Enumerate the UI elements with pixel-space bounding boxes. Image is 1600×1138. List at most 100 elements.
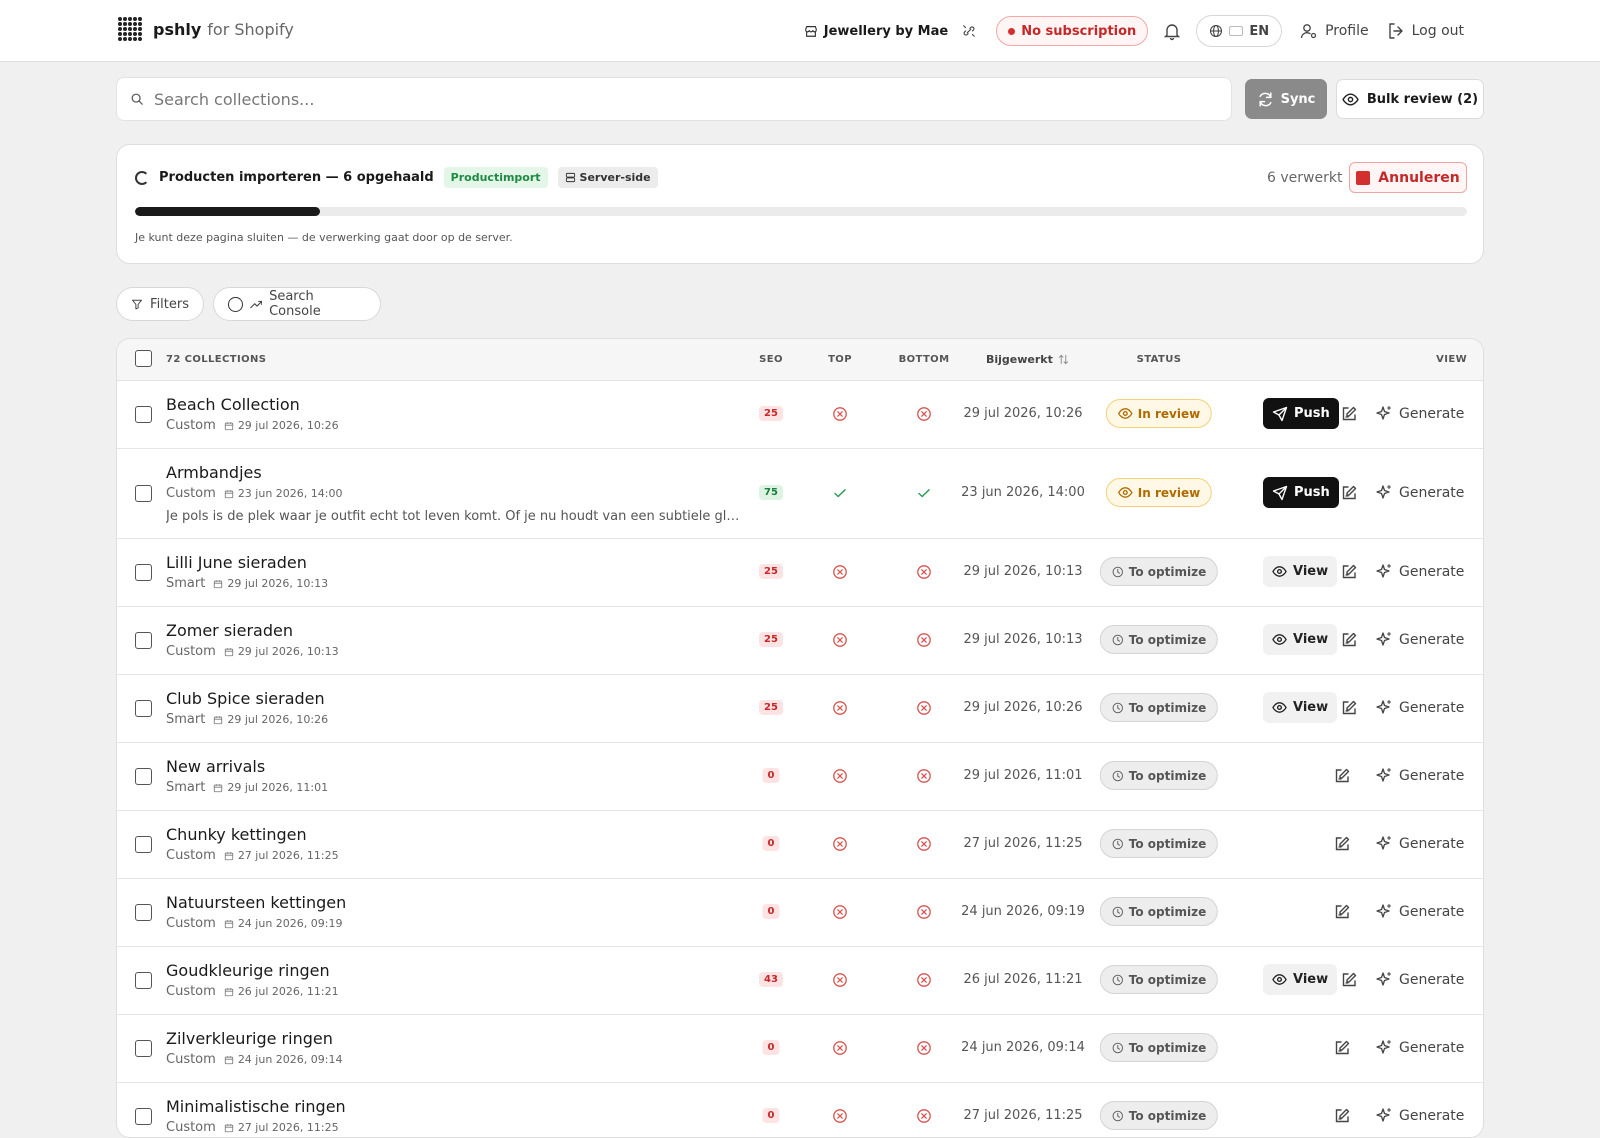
collection-title[interactable]: Armbandjes (166, 463, 262, 482)
generate-button[interactable]: Generate (1375, 835, 1464, 853)
collection-title[interactable]: Zilverkleurige ringen (166, 1029, 333, 1048)
view-button[interactable]: View (1263, 556, 1338, 587)
table-row[interactable]: Zilverkleurige ringen Custom 24 jun 2026, … (117, 1015, 1483, 1083)
bell-icon[interactable] (1162, 21, 1182, 41)
generate-label: Generate (1399, 406, 1465, 422)
row-checkbox[interactable] (135, 768, 152, 785)
table-row[interactable]: Lilli June sieraden Smart 29 jul 2026, 10:… (117, 539, 1483, 607)
collection-title[interactable]: Club Spice sieraden (166, 689, 325, 708)
collection-date: 23 jun 2026, 14:00 (224, 487, 343, 500)
language-selector[interactable]: EN (1196, 15, 1283, 47)
unlink-icon[interactable] (962, 24, 976, 38)
collection-title[interactable]: New arrivals (166, 757, 265, 776)
eye-icon (1117, 406, 1133, 421)
edit-icon[interactable] (1340, 971, 1358, 989)
edit-icon[interactable] (1333, 1107, 1351, 1125)
row-checkbox[interactable] (135, 836, 152, 853)
row-checkbox[interactable] (135, 564, 152, 581)
filters-button[interactable]: Filters (116, 287, 204, 321)
import-progress-bar (135, 207, 1467, 216)
subscription-badge[interactable]: No subscription (996, 16, 1149, 46)
status-badge: To optimize (1099, 693, 1219, 722)
generate-button[interactable]: Generate (1375, 1107, 1464, 1125)
header-top[interactable]: TOP (828, 354, 852, 365)
cancel-label: Annuleren (1378, 169, 1460, 186)
view-button[interactable]: View (1263, 624, 1338, 655)
sync-button[interactable]: Sync (1245, 79, 1327, 119)
table-row[interactable]: Goudkleurige ringen Custom 26 jul 2026, 11… (117, 947, 1483, 1015)
bulk-review-label: Bulk review (2) (1366, 91, 1479, 107)
row-checkbox[interactable] (135, 406, 152, 423)
edit-icon[interactable] (1340, 631, 1358, 649)
edit-icon[interactable] (1333, 903, 1351, 921)
search-input[interactable] (154, 89, 1154, 109)
refresh-icon (1259, 91, 1272, 107)
header-seo[interactable]: SEO (759, 354, 783, 365)
generate-button[interactable]: Generate (1375, 903, 1464, 921)
row-checkbox[interactable] (135, 632, 152, 649)
x-circle-icon (916, 972, 932, 988)
push-button[interactable]: Push (1263, 477, 1339, 508)
generate-button[interactable]: Generate (1375, 484, 1464, 502)
generate-button[interactable]: Generate (1375, 563, 1464, 581)
table-row[interactable]: Zomer sieraden Custom 29 jul 2026, 10:13 25… (117, 607, 1483, 675)
store-name: Jewellery by Mae (823, 23, 949, 39)
table-row[interactable]: New arrivals Smart 29 jul 2026, 11:01 0 29 j… (117, 743, 1483, 811)
collection-title[interactable]: Lilli June sieraden (166, 553, 307, 572)
collection-meta: Smart 29 jul 2026, 10:26 (166, 712, 328, 727)
header-status[interactable]: STATUS (1137, 354, 1182, 365)
cancel-button[interactable]: Annuleren (1349, 162, 1467, 193)
generate-button[interactable]: Generate (1375, 971, 1464, 989)
collection-title[interactable]: Chunky kettingen (166, 825, 307, 844)
collection-title[interactable]: Zomer sieraden (166, 621, 293, 640)
search-console-toggle[interactable]: Search Console (213, 287, 381, 321)
profile-link[interactable]: Profile (1300, 22, 1369, 40)
view-button[interactable]: View (1263, 964, 1338, 995)
generate-button[interactable]: Generate (1375, 699, 1464, 717)
collection-title[interactable]: Goudkleurige ringen (166, 961, 330, 980)
edit-icon[interactable] (1340, 484, 1358, 502)
table-row[interactable]: Chunky kettingen Custom 27 jul 2026, 11:25… (117, 811, 1483, 879)
collection-date: 29 jul 2026, 10:13 (213, 577, 328, 590)
header-updated-label: Bijgewerkt (986, 353, 1053, 366)
generate-button[interactable]: Generate (1375, 631, 1464, 649)
calendar-icon (224, 919, 234, 929)
clock-icon (1112, 838, 1124, 850)
edit-icon[interactable] (1340, 563, 1358, 581)
edit-icon[interactable] (1340, 699, 1358, 717)
table-row[interactable]: Armbandjes Custom 23 jun 2026, 14:00 Je pol… (117, 449, 1483, 539)
table-row[interactable]: Natuursteen kettingen Custom 24 jun 2026, … (117, 879, 1483, 947)
row-checkbox[interactable] (135, 904, 152, 921)
collection-title[interactable]: Natuursteen kettingen (166, 893, 346, 912)
header-bottom[interactable]: BOTTOM (899, 354, 950, 365)
eye-icon (1272, 700, 1287, 715)
row-checkbox[interactable] (135, 700, 152, 717)
generate-button[interactable]: Generate (1375, 405, 1464, 423)
store-selector[interactable]: Jewellery by Mae (804, 24, 976, 39)
brand[interactable]: pshly for Shopify (118, 17, 294, 41)
updated-at: 29 jul 2026, 10:26 (963, 700, 1083, 715)
logout-link[interactable]: Log out (1387, 22, 1464, 40)
header-updated[interactable]: Bijgewerkt (986, 353, 1069, 366)
generate-button[interactable]: Generate (1375, 767, 1464, 785)
row-checkbox[interactable] (135, 485, 152, 502)
view-button[interactable]: View (1263, 692, 1338, 723)
select-all-checkbox[interactable] (135, 350, 152, 367)
row-checkbox[interactable] (135, 1040, 152, 1057)
collection-date: 29 jul 2026, 10:13 (224, 645, 339, 658)
collection-title[interactable]: Minimalistische ringen (166, 1097, 346, 1116)
row-checkbox[interactable] (135, 972, 152, 989)
edit-icon[interactable] (1340, 405, 1358, 423)
sparkle-icon (1375, 903, 1393, 921)
push-button[interactable]: Push (1263, 398, 1339, 429)
edit-icon[interactable] (1333, 1039, 1351, 1057)
subscription-label: No subscription (1021, 23, 1137, 39)
stop-icon (1356, 170, 1371, 185)
edit-icon[interactable] (1333, 767, 1351, 785)
collection-title[interactable]: Beach Collection (166, 395, 300, 414)
edit-icon[interactable] (1333, 835, 1351, 853)
bulk-review-button[interactable]: Bulk review (2) (1336, 79, 1484, 119)
table-row[interactable]: Beach Collection Custom 29 jul 2026, 10:26… (117, 381, 1483, 449)
table-row[interactable]: Club Spice sieraden Smart 29 jul 2026, 10:… (117, 675, 1483, 743)
generate-button[interactable]: Generate (1375, 1039, 1464, 1057)
